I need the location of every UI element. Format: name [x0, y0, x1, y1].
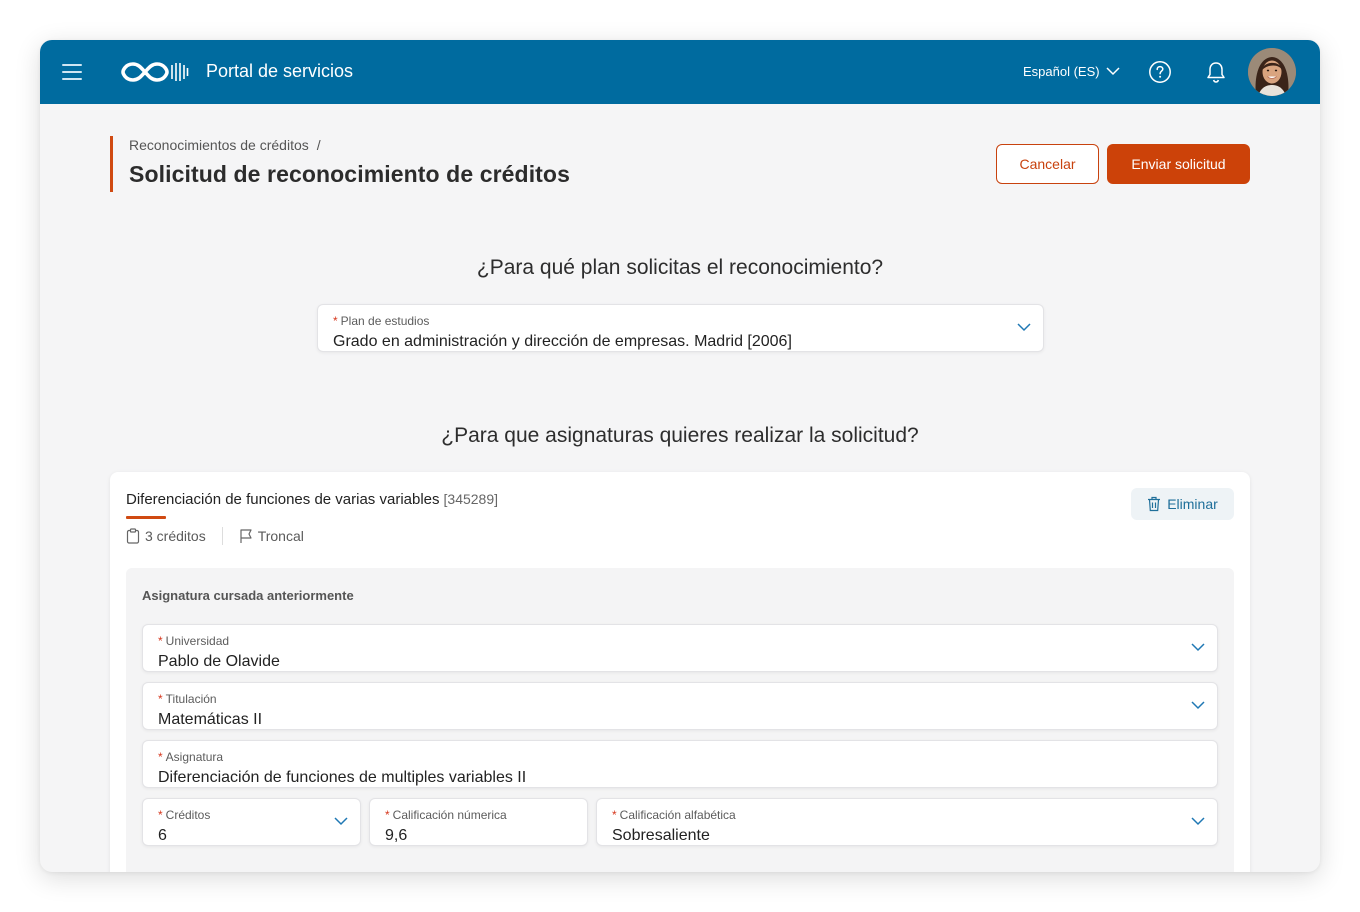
help-icon[interactable]	[1148, 60, 1172, 84]
subject-name: Diferenciación de funciones de varias va…	[126, 491, 440, 508]
subject-card: Diferenciación de funciones de varias va…	[110, 472, 1250, 872]
hamburger-icon[interactable]	[62, 64, 82, 80]
field-value: Matemáticas II	[158, 711, 263, 728]
field-label: * Titulación	[158, 692, 217, 706]
field-value: 9,6	[385, 827, 408, 844]
subject-input[interactable]: * Asignatura Diferenciación de funciones …	[142, 740, 1218, 788]
send-request-button[interactable]: Enviar solicitud	[1107, 144, 1250, 184]
chevron-down-icon	[1106, 67, 1120, 76]
language-selector[interactable]: Español (ES)	[1023, 64, 1120, 79]
plan-question: ¿Para qué plan solicitas el reconocimien…	[476, 256, 884, 279]
field-label: * Asignatura	[158, 750, 224, 764]
field-value: Pablo de Olavide	[158, 653, 280, 670]
chevron-down-icon	[1191, 701, 1205, 710]
page-header: Reconocimientos de créditos / Solicitud …	[110, 136, 570, 192]
field-label: * Créditos	[158, 808, 211, 822]
credits-label: 3 créditos	[145, 528, 206, 544]
type-meta: Troncal	[239, 528, 304, 544]
clipboard-icon	[126, 528, 140, 544]
breadcrumb-separator: /	[316, 137, 321, 153]
field-value: Diferenciación de funciones de multiples…	[158, 769, 527, 786]
chevron-down-icon	[1017, 323, 1031, 332]
subject-title: Diferenciación de funciones de varias va…	[126, 491, 498, 508]
breadcrumb: Reconocimientos de créditos /	[129, 137, 570, 153]
divider	[221, 527, 223, 545]
letter-grade-select[interactable]: * Calificación alfabética Sobresaliente	[596, 798, 1218, 846]
chevron-down-icon	[1191, 643, 1205, 652]
field-label: * Calificación alfabética	[612, 808, 736, 822]
chevron-down-icon	[334, 817, 348, 826]
app-window: Portal de servicios Español (ES) Reconoc…	[40, 40, 1320, 872]
type-label: Troncal	[257, 528, 304, 544]
field-label: * Universidad	[158, 634, 230, 648]
field-value: 6	[158, 827, 167, 844]
subject-underline	[126, 516, 166, 519]
cancel-button[interactable]: Cancelar	[996, 144, 1099, 184]
subjects-question: ¿Para que asignaturas quieres realizar l…	[441, 424, 919, 447]
delete-label: Eliminar	[1167, 496, 1218, 512]
app-title: Portal de servicios	[206, 61, 354, 81]
breadcrumb-link[interactable]: Reconocimientos de créditos	[129, 137, 309, 153]
field-label: * Plan de estudios	[333, 314, 430, 328]
credits-meta: 3 créditos	[126, 528, 206, 544]
field-value: Sobresaliente	[612, 827, 710, 844]
page-title: Solicitud de reconocimiento de créditos	[129, 161, 570, 187]
prior-subject-panel: Asignatura cursada anteriormente * Univer…	[126, 568, 1234, 872]
top-bar: Portal de servicios Español (ES)	[40, 40, 1320, 104]
bell-icon[interactable]	[1205, 60, 1227, 84]
language-label: Español (ES)	[1023, 64, 1100, 79]
flag-icon	[240, 529, 252, 543]
chevron-down-icon	[1191, 817, 1205, 826]
delete-subject-button[interactable]: Eliminar	[1131, 488, 1234, 520]
prior-subject-title: Asignatura cursada anteriormente	[142, 588, 354, 603]
university-select[interactable]: * Universidad Pablo de Olavide	[142, 624, 1218, 672]
avatar[interactable]	[1248, 48, 1296, 96]
subject-meta: 3 créditos Troncal	[126, 527, 304, 545]
field-label: * Calificación númerica	[385, 808, 507, 822]
credits-select[interactable]: * Créditos 6	[142, 798, 361, 846]
degree-select[interactable]: * Titulación Matemáticas II	[142, 682, 1218, 730]
infinity-logo[interactable]	[120, 59, 190, 85]
trash-icon	[1148, 496, 1161, 512]
field-value: Grado en administración y dirección de e…	[333, 333, 792, 350]
numeric-grade-input[interactable]: * Calificación númerica 9,6	[369, 798, 588, 846]
study-plan-select[interactable]: * Plan de estudios Grado en administració…	[317, 304, 1044, 352]
subject-code: [345289]	[443, 491, 499, 507]
